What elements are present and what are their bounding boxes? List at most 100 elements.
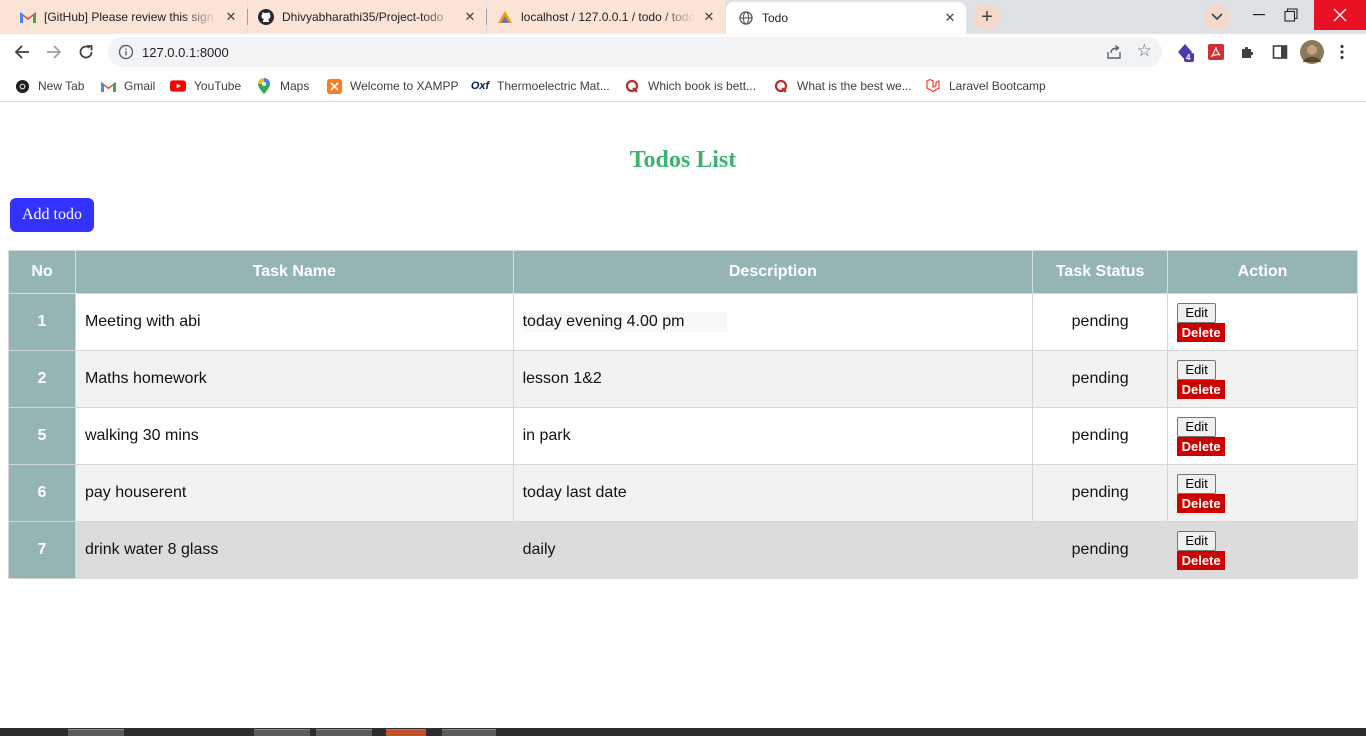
task-status: pending (1032, 464, 1169, 522)
taskbar-item[interactable] (254, 729, 310, 736)
extension-icon[interactable]: 4 (1175, 42, 1195, 62)
extension-badge: 4 (1186, 53, 1191, 62)
task-name: walking 30 mins (74, 407, 514, 465)
action-cell: Edit Delete (1167, 521, 1358, 579)
description-cell: today evening 4.00 pm (512, 293, 1034, 351)
oxford-icon: Oxf (470, 80, 490, 92)
delete-button[interactable]: Delete (1177, 436, 1226, 456)
row-number: 7 (8, 521, 76, 579)
todos-table: No Task Name Description Task Status Act… (8, 250, 1358, 579)
close-icon[interactable]: ✕ (699, 7, 719, 27)
task-name: drink water 8 glass (74, 521, 514, 579)
taskbar-item[interactable] (68, 729, 124, 736)
bookmark-youtube[interactable]: YouTube (170, 76, 241, 96)
bookmark-label: Which book is bett... (648, 79, 757, 93)
bookmark-label: YouTube (194, 79, 242, 93)
share-icon[interactable] (1106, 44, 1122, 60)
tab-phpmyadmin[interactable]: localhost / 127.0.0.1 / todo / todos ✕ (487, 0, 725, 34)
page-content: Todos List Add todo No Task Name Descrip… (0, 103, 1366, 728)
bookmark-label: Laravel Bootcamp (949, 79, 1046, 93)
description: today last date (512, 464, 1034, 522)
close-window-button[interactable] (1314, 0, 1366, 30)
description: daily (512, 521, 1034, 579)
task-name: pay houserent (74, 464, 514, 522)
info-icon[interactable] (118, 44, 134, 60)
bookmark-quora-2[interactable]: What is the best we... (773, 76, 912, 96)
add-todo-button[interactable]: Add todo (10, 198, 94, 232)
new-tab-button[interactable]: + (973, 4, 1001, 30)
tab-gmail[interactable]: [GitHub] Please review this sign in ✕ (0, 0, 247, 34)
column-header-description: Description (512, 250, 1034, 294)
taskbar-item[interactable] (442, 729, 496, 736)
browser-toolbar: 127.0.0.1:8000 ☆ 4 (0, 34, 1366, 70)
pdf-extension-icon[interactable] (1206, 42, 1226, 62)
column-header-no: No (8, 250, 76, 294)
maps-icon (256, 78, 272, 94)
address-bar[interactable]: 127.0.0.1:8000 ☆ (108, 37, 1162, 67)
edit-button[interactable]: Edit (1177, 416, 1217, 437)
bookmark-new-tab[interactable]: New Tab (14, 76, 84, 96)
back-button[interactable] (8, 38, 36, 66)
delete-button[interactable]: Delete (1177, 322, 1226, 342)
task-status: pending (1032, 293, 1169, 351)
tab-todo[interactable]: Todo ✕ (726, 2, 966, 34)
bookmark-star-icon[interactable]: ☆ (1137, 42, 1152, 60)
task-status: pending (1032, 407, 1169, 465)
quora-icon (773, 78, 789, 94)
row-number: 1 (8, 293, 76, 351)
bookmark-xampp[interactable]: Welcome to XAMPP (326, 76, 458, 96)
youtube-icon (170, 78, 186, 94)
gmail-icon (20, 9, 36, 25)
table-row: 2 Maths homework lesson 1&2 pending Edit… (8, 350, 1358, 408)
menu-kebab-icon[interactable] (1334, 42, 1350, 62)
restore-button[interactable] (1268, 0, 1314, 30)
row-number: 5 (8, 407, 76, 465)
taskbar-item[interactable] (316, 729, 372, 736)
action-cell: Edit Delete (1167, 350, 1358, 408)
edit-button[interactable]: Edit (1177, 359, 1217, 380)
description: lesson 1&2 (512, 350, 1034, 408)
tab-strip: [GitHub] Please review this sign in ✕ Dh… (0, 0, 1366, 34)
delete-button[interactable]: Delete (1177, 379, 1226, 399)
bookmarks-bar: New Tab Gmail YouTube Maps Welcome to XA… (0, 70, 1366, 102)
close-icon[interactable]: ✕ (221, 7, 241, 27)
bookmark-label: New Tab (38, 79, 85, 93)
delete-button[interactable]: Delete (1177, 493, 1226, 513)
bookmark-quora-1[interactable]: Which book is bett... (624, 76, 756, 96)
side-panel-icon[interactable] (1270, 42, 1290, 62)
chevron-down-icon (1211, 13, 1223, 21)
tab-title: [GitHub] Please review this sign in (44, 10, 217, 24)
bookmark-maps[interactable]: Maps (256, 76, 309, 96)
forward-button[interactable] (40, 38, 68, 66)
gmail-icon (100, 78, 116, 94)
bookmark-label: Gmail (124, 79, 156, 93)
reload-button[interactable] (72, 38, 100, 66)
extensions-puzzle-icon[interactable] (1238, 42, 1258, 62)
edit-button[interactable]: Edit (1177, 473, 1217, 494)
bookmark-laravel[interactable]: Laravel Bootcamp (925, 76, 1046, 96)
edit-button[interactable]: Edit (1177, 302, 1217, 323)
bookmark-thermoelectric[interactable]: Oxf Thermoelectric Mat... (471, 76, 610, 96)
edit-button[interactable]: Edit (1177, 530, 1217, 551)
avatar[interactable] (1300, 40, 1324, 64)
tab-github[interactable]: Dhivyabharathi35/Project-todo ✕ (248, 0, 486, 34)
tab-title: Todo (762, 11, 789, 25)
taskbar-item[interactable] (386, 729, 426, 736)
quora-icon (624, 78, 640, 94)
delete-button[interactable]: Delete (1177, 550, 1226, 570)
bookmark-label: Welcome to XAMPP (350, 79, 459, 93)
close-icon[interactable]: ✕ (460, 7, 480, 27)
globe-icon (738, 10, 754, 26)
xampp-icon (326, 78, 342, 94)
table-row: 5 walking 30 mins in park pending Edit De… (8, 407, 1358, 465)
url-text: 127.0.0.1:8000 (142, 45, 229, 60)
action-cell: Edit Delete (1167, 407, 1358, 465)
bookmark-gmail[interactable]: Gmail (100, 76, 155, 96)
column-header-task-status: Task Status (1032, 250, 1169, 294)
page-title: Todos List (629, 147, 737, 173)
row-number: 2 (8, 350, 76, 408)
task-status: pending (1032, 521, 1169, 579)
close-icon[interactable]: ✕ (940, 8, 960, 28)
task-name: Maths homework (74, 350, 514, 408)
tab-search-button[interactable] (1204, 4, 1230, 30)
